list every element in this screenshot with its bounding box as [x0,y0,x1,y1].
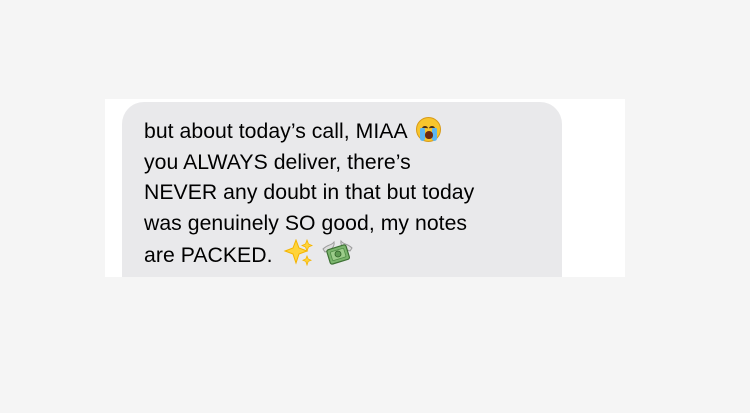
message-line-text: but about today’s call, MIAA [144,120,407,143]
message-line-text: was genuinely SO good, my notes [144,211,468,235]
message-line: are PACKED. [144,239,552,272]
message-line-text: you ALWAYS deliver, there’s [144,150,411,174]
message-screenshot: but about today’s call, MIAA you ALWAYS … [105,99,625,277]
message-line-text: are PACKED. [144,244,273,268]
message-line: but about today’s call, MIAA [144,117,552,148]
message-line: was genuinely SO good, my notes [144,209,552,240]
message-line: you ALWAYS deliver, there’s [144,148,552,179]
sparkles-icon [284,239,314,267]
message-line-text: NEVER any doubt in that but today [144,181,475,205]
received-message-bubble[interactable]: but about today’s call, MIAA you ALWAYS … [122,102,562,277]
money-with-wings-icon [322,240,354,266]
message-line: NEVER any doubt in that but today [144,178,552,209]
message-text: but about today’s call, MIAA you ALWAYS … [144,117,552,272]
crying-face-icon [416,117,442,142]
